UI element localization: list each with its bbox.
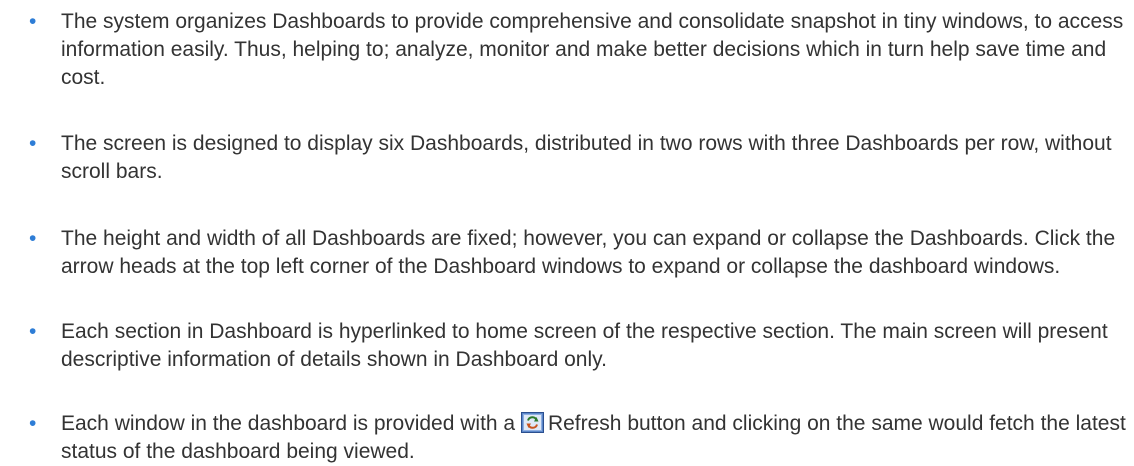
bullet-text: The screen is designed to display six Da… xyxy=(61,132,1112,183)
bullet-marker: • xyxy=(29,132,37,155)
bullet-marker: • xyxy=(29,227,37,250)
bullet-text-before: Each window in the dashboard is provided… xyxy=(61,412,516,435)
bullet-marker: • xyxy=(29,412,37,435)
bullet-text: The system organizes Dashboards to provi… xyxy=(61,10,1124,89)
bullet-marker: • xyxy=(29,320,37,343)
bullet-text: The height and width of all Dashboards a… xyxy=(61,227,1116,278)
bullet-text-with-icon: Each window in the dashboard is provided… xyxy=(61,410,1127,466)
bullet-text: Each section in Dashboard is hyperlinked… xyxy=(61,320,1108,371)
refresh-icon xyxy=(520,412,544,433)
bullet-marker: • xyxy=(29,10,37,33)
